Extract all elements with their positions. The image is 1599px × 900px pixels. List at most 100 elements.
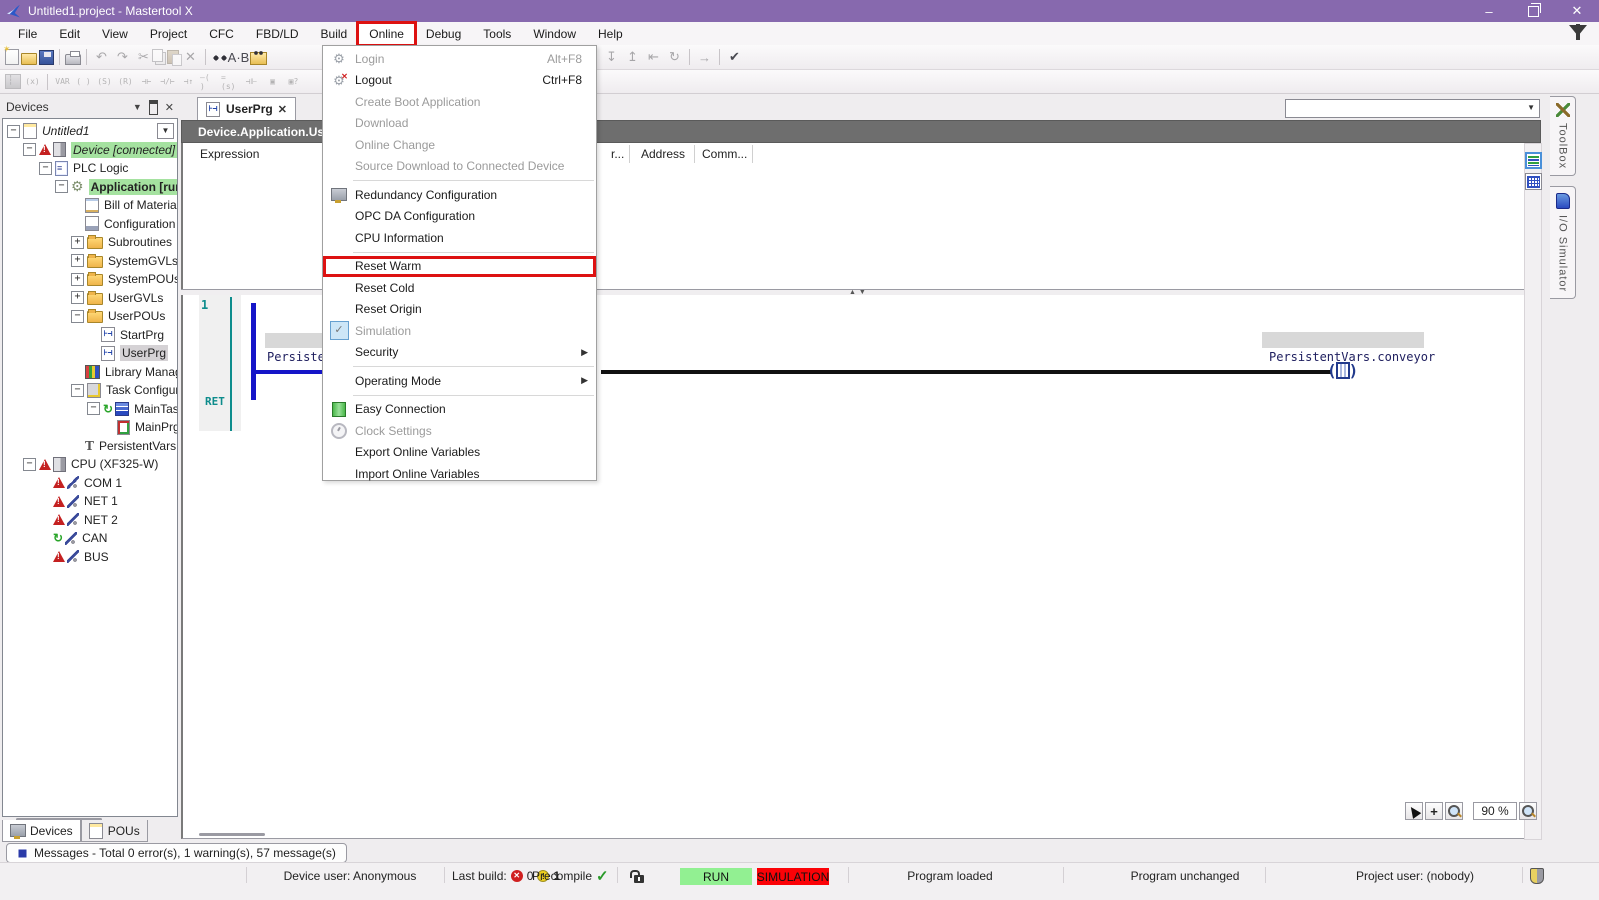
assignment-icon[interactable]: (x) (23, 73, 42, 91)
tree-item-task-configuration[interactable]: −Task Configuration (3, 381, 177, 400)
paste-icon[interactable] (167, 50, 179, 64)
network-icon[interactable]: ( ) (74, 73, 93, 91)
filter-funnel-icon[interactable] (1569, 25, 1587, 36)
device-tree-icon[interactable] (5, 74, 21, 89)
coil-set-icon[interactable]: =(s) (221, 73, 240, 91)
redo-icon[interactable]: ↷ (113, 48, 132, 66)
column-header-r[interactable]: r... (611, 147, 624, 161)
set-coil-icon[interactable]: (S) (95, 73, 114, 91)
tree-item-startprg[interactable]: ⊦⊣StartPrg (3, 326, 177, 345)
menu-item-online-change[interactable]: Online Change (323, 134, 596, 156)
maximize-button[interactable] (1511, 0, 1555, 22)
coil-icon[interactable]: –( ) (200, 73, 219, 91)
menu-help[interactable]: Help (588, 24, 633, 44)
declaration-textview-button[interactable] (1525, 152, 1542, 169)
tree-expander[interactable]: + (71, 236, 84, 249)
menu-window[interactable]: Window (523, 24, 586, 44)
tree-item-subroutines[interactable]: +Subroutines (3, 233, 177, 252)
tree-item-systempous[interactable]: +SystemPOUs (3, 270, 177, 289)
editor-hscrollbar[interactable] (199, 833, 265, 836)
reset-coil-icon[interactable]: (R) (116, 73, 135, 91)
delete-icon[interactable]: ✕ (181, 48, 200, 66)
tab-close-icon[interactable]: ✕ (278, 103, 287, 116)
declaration-combo[interactable] (1285, 99, 1540, 118)
tree-item-net-1[interactable]: NET 1 (3, 492, 177, 511)
tree-item-maintask[interactable]: −↻MainTask (3, 400, 177, 419)
declaration-tableview-button[interactable] (1525, 173, 1542, 190)
flow-control-icon[interactable]: → (695, 48, 714, 66)
menu-cfc[interactable]: CFC (199, 24, 244, 44)
tree-item-plc-logic[interactable]: −PLC Logic (3, 159, 177, 178)
menu-tools[interactable]: Tools (473, 24, 521, 44)
tree-expander[interactable]: − (23, 143, 36, 156)
tree-expander[interactable]: + (71, 291, 84, 304)
tree-expander[interactable]: − (39, 162, 52, 175)
column-separator[interactable] (694, 145, 695, 163)
side-tab-i-o-simulator[interactable]: I/O Simulator (1550, 186, 1576, 299)
tree-expander[interactable]: − (7, 125, 20, 138)
contact-icon[interactable]: ⊣⊢ (137, 73, 156, 91)
tree-expander[interactable]: − (87, 402, 100, 415)
menu-item-reset-warm[interactable]: Reset Warm (323, 256, 596, 278)
tree-item-application-run[interactable]: −⚙Application [run] (3, 178, 177, 197)
menu-project[interactable]: Project (140, 24, 197, 44)
pin-icon[interactable] (149, 100, 158, 115)
step-out-icon[interactable]: ↥ (623, 48, 642, 66)
tree-item-bill-of-materials[interactable]: Bill of Materials (3, 196, 177, 215)
copy-icon[interactable] (152, 49, 163, 62)
menu-item-clock-settings[interactable]: Clock Settings (323, 420, 596, 442)
column-separator[interactable] (629, 145, 630, 163)
tree-item-untitled1[interactable]: −Untitled1▼ (3, 122, 177, 141)
close-button[interactable]: ✕ (1555, 0, 1599, 22)
column-header-Comm[interactable]: Comm... (702, 147, 747, 161)
menu-file[interactable]: File (8, 24, 47, 44)
menu-item-cpu-information[interactable]: CPU Information (323, 227, 596, 249)
menu-item-security[interactable]: Security▶ (323, 342, 596, 364)
messages-tab[interactable]: Messages - Total 0 error(s), 1 warning(s… (6, 843, 347, 863)
open-icon[interactable] (21, 53, 37, 65)
new-file-icon[interactable] (5, 49, 19, 65)
panel-close-icon[interactable]: ✕ (165, 101, 174, 114)
undo-icon[interactable]: ↶ (92, 48, 111, 66)
tree-item-persistentvars[interactable]: TPersistentVars (3, 437, 177, 456)
tree-item-configuration[interactable]: Configuration (3, 215, 177, 234)
selection-arrow-icon[interactable] (626, 73, 645, 91)
tree-item-com-1[interactable]: COM 1 (3, 474, 177, 493)
tree-expander[interactable]: + (71, 273, 84, 286)
menu-item-import-online-variables[interactable]: Import Online Variables (323, 463, 596, 485)
tree-item-usergvls[interactable]: +UserGVLs (3, 289, 177, 308)
menu-item-login[interactable]: ⚙LoginAlt+F8 (323, 48, 596, 70)
tree-item-mainprg[interactable]: MainPrg (3, 418, 177, 437)
column-header-Address[interactable]: Address (641, 147, 685, 161)
find-objects-icon[interactable] (250, 52, 267, 65)
menu-edit[interactable]: Edit (49, 24, 90, 44)
menu-item-simulation[interactable]: ✓Simulation (323, 320, 596, 342)
zoom-fit-button[interactable] (1519, 802, 1537, 820)
magic-wand-icon[interactable] (605, 73, 624, 91)
find-replace-icon[interactable]: A·B (229, 48, 248, 66)
function-block-icon[interactable]: ▣ (263, 73, 282, 91)
find-icon[interactable] (211, 51, 227, 63)
menu-build[interactable]: Build (311, 24, 358, 44)
bottom-tab-devices[interactable]: Devices (2, 820, 81, 842)
tree-expander[interactable]: − (55, 180, 68, 193)
tree-item-net-2[interactable]: NET 2 (3, 511, 177, 530)
bottom-tab-pous[interactable]: POUs (81, 820, 148, 842)
zoom-tool-button[interactable] (1445, 802, 1463, 820)
tree-item-bus[interactable]: BUS (3, 548, 177, 567)
parallel-contact-icon[interactable]: ⊣⊩ (242, 73, 261, 91)
single-cycle-icon[interactable]: ↻ (665, 48, 684, 66)
tree-item-userprg[interactable]: ⊦⊣UserPrg (3, 344, 177, 363)
run-to-cursor-icon[interactable]: ⇤ (644, 48, 663, 66)
tree-expander[interactable]: − (71, 384, 84, 397)
tab-userprg[interactable]: ⊦⊣ UserPrg ✕ (197, 97, 296, 120)
force-values-icon[interactable]: ✔ (725, 48, 744, 66)
minimize-button[interactable]: – (1467, 0, 1511, 22)
tree-expander[interactable]: + (71, 254, 84, 267)
menu-item-source-download-to-connected-device[interactable]: Source Download to Connected Device (323, 156, 596, 178)
menu-item-reset-origin[interactable]: Reset Origin (323, 299, 596, 321)
tree-item-systemgvls[interactable]: +SystemGVLs (3, 252, 177, 271)
tree-expander[interactable]: − (23, 458, 36, 471)
device-combo-button[interactable]: ▼ (157, 123, 174, 139)
select-tool-button[interactable] (1405, 802, 1423, 820)
